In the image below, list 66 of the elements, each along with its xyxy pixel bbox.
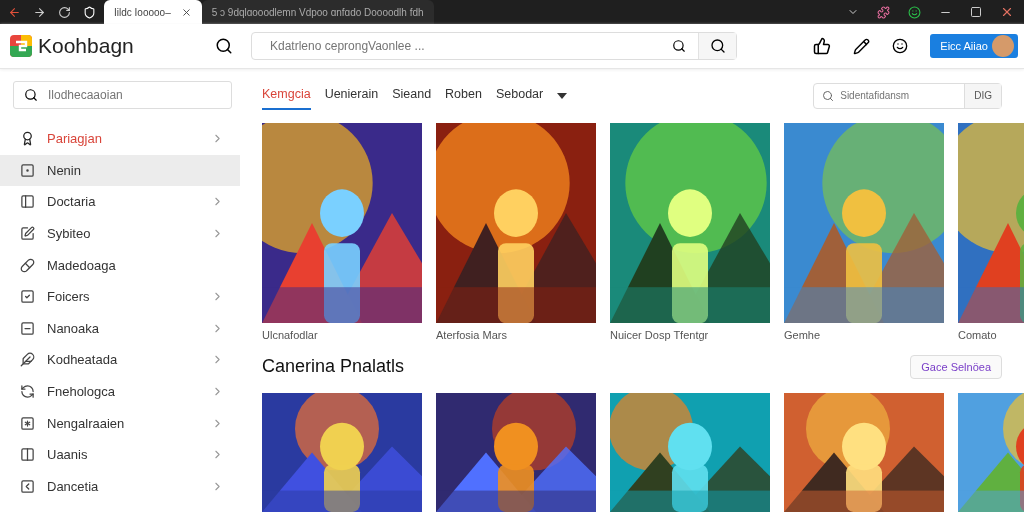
game-title[interactable]: Gemhe	[784, 328, 944, 341]
shield-icon	[83, 5, 96, 19]
sidebar-item[interactable]: Kodheatada	[0, 344, 240, 376]
category-tab[interactable]: Sieand	[392, 81, 432, 111]
category-tab[interactable]: Roben	[445, 81, 482, 111]
sidebar-item[interactable]: Sybiteo	[0, 217, 240, 250]
sidebar-item[interactable]: Nanoaka	[0, 312, 240, 345]
section-title: Canerina Pnalatls	[262, 356, 405, 378]
sidebar-item[interactable]: Doctaria	[0, 186, 240, 218]
see-all-button[interactable]: Gace Selnöea	[910, 354, 1002, 379]
search-icon	[672, 39, 686, 53]
sidebar-item[interactable]: Fnehologca	[0, 375, 240, 408]
sidebar-item[interactable]: Nengalraaien	[0, 407, 240, 439]
search-icon	[24, 88, 38, 102]
filter-bar[interactable]: Sidentafidansm DIG	[813, 82, 1002, 109]
columns-icon	[20, 447, 35, 463]
caret-icon[interactable]	[557, 92, 568, 99]
category-tab[interactable]: Uenierain	[324, 81, 379, 111]
game-title[interactable]: Aterfosia Mars	[436, 328, 596, 341]
category-tab[interactable]: Kemgcia	[262, 81, 311, 111]
reload-icon[interactable]	[58, 5, 71, 19]
sidebar-item[interactable]: Nenin	[0, 154, 240, 187]
close-icon	[180, 6, 192, 18]
smile-icon[interactable]	[892, 38, 909, 54]
feather-icon	[20, 352, 35, 368]
filter-button[interactable]: DIG	[964, 83, 1001, 108]
sidebar-item[interactable]: Uaanis	[0, 438, 240, 471]
square-icon	[20, 415, 35, 431]
smile-icon[interactable]	[908, 5, 921, 19]
search-field[interactable]: Ilodhecaaoian	[46, 87, 200, 103]
game-title[interactable]: Ulcnafodlar	[262, 328, 422, 341]
search-icon	[822, 89, 835, 102]
filter-input[interactable]: Sidentafidansm	[838, 89, 961, 103]
square-icon	[20, 320, 35, 336]
search-icon[interactable]	[215, 37, 233, 55]
check-square-icon	[20, 289, 35, 305]
search-field[interactable]: Kdatrleno ceprongVaonlee ...	[252, 39, 672, 53]
pen-square-icon	[20, 226, 35, 242]
pill-icon	[20, 257, 35, 273]
sidebar-item[interactable]: Madedoaga	[0, 249, 240, 281]
square-icon	[20, 478, 35, 494]
browser-tab[interactable]: Iildc Iooooo–	[104, 0, 202, 24]
game-title[interactable]: Comato	[958, 328, 1024, 341]
sidebar-item[interactable]: Foicers	[0, 280, 240, 313]
close-icon[interactable]	[1000, 5, 1014, 19]
thumbs-up-icon[interactable]	[813, 37, 832, 55]
puzzle-icon[interactable]	[877, 5, 890, 19]
maximize-icon[interactable]	[970, 6, 982, 18]
back-icon[interactable]	[8, 5, 21, 19]
sidebar-item[interactable]: Dancetia	[0, 470, 240, 503]
award-icon	[20, 131, 35, 147]
square-icon	[20, 162, 35, 178]
search-button[interactable]	[698, 33, 736, 59]
browser-tab[interactable]: 5 ɔ 9dqlɑooodlemn Vdpoo ɑnfɑdo Doooodlh fdh	[201, 0, 434, 24]
search-bar[interactable]: Ilodhecaaoian	[13, 81, 232, 109]
sidebar-item[interactable]: Pariagjan	[0, 123, 240, 155]
logo-text: Koohbagn	[38, 34, 134, 58]
search-bar[interactable]: Kdatrleno ceprongVaonlee ...	[251, 32, 737, 60]
forward-icon[interactable]	[33, 5, 46, 19]
game-title[interactable]: Nuicer Dosp Tfentgr	[610, 328, 770, 341]
category-tab[interactable]: Sebodar	[495, 81, 544, 111]
logo-icon	[10, 35, 32, 57]
search-icon	[709, 38, 726, 54]
refresh-icon	[20, 384, 35, 400]
panel-icon	[20, 194, 35, 210]
pencil-icon[interactable]	[853, 37, 871, 55]
